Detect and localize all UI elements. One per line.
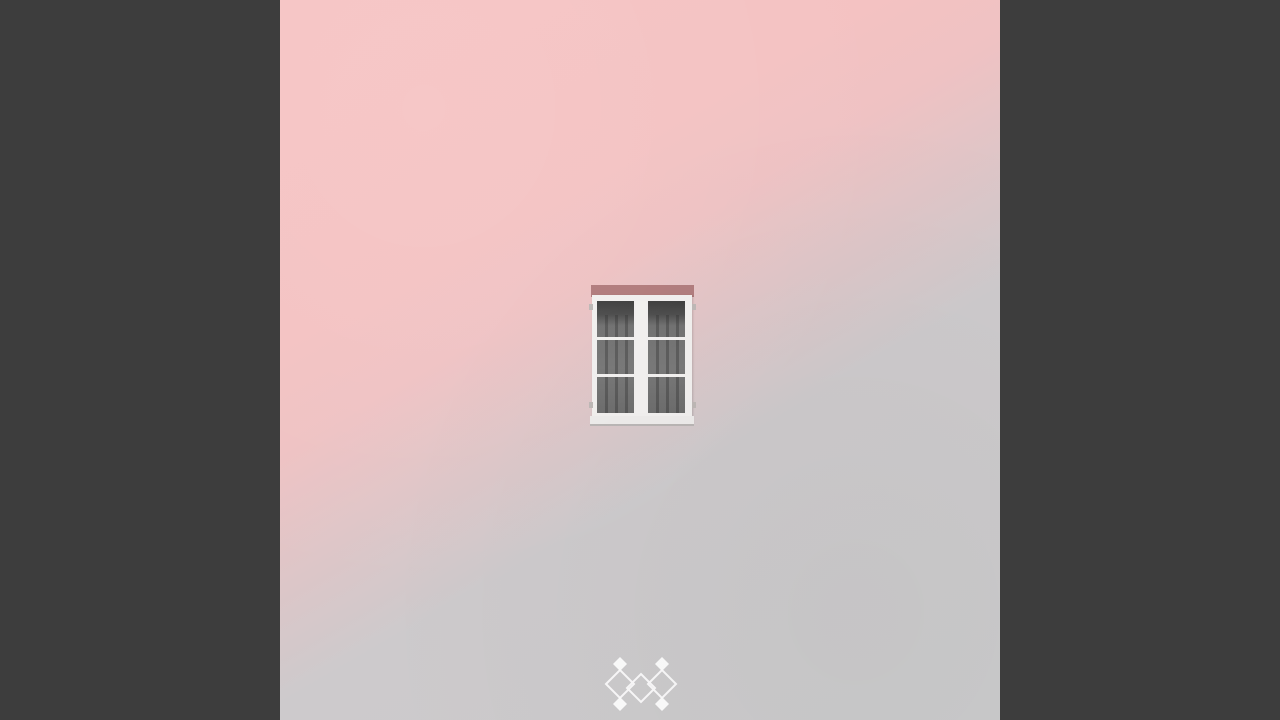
screen (0, 0, 1280, 720)
album-cover (280, 0, 1000, 720)
curtain-fold (666, 315, 669, 413)
window-pane-right (648, 301, 685, 413)
curtain-fold (615, 315, 618, 413)
window-muntin (648, 374, 685, 377)
window-hinge (692, 402, 696, 408)
window-muntin (648, 337, 685, 340)
window-frame (592, 295, 692, 423)
window-muntin (597, 374, 634, 377)
window-pane-left (597, 301, 634, 413)
window (589, 284, 696, 426)
curtain-fold (656, 315, 659, 413)
window-sill (590, 416, 694, 426)
window-muntin (597, 337, 634, 340)
window-hinge (589, 304, 593, 310)
curtain-fold (605, 315, 608, 413)
diamond-pattern-logo-icon (604, 657, 678, 711)
curtain-fold (625, 315, 628, 413)
window-hinge (589, 402, 593, 408)
curtain-fold (676, 315, 679, 413)
window-mullion (636, 301, 646, 413)
window-hinge (692, 304, 696, 310)
